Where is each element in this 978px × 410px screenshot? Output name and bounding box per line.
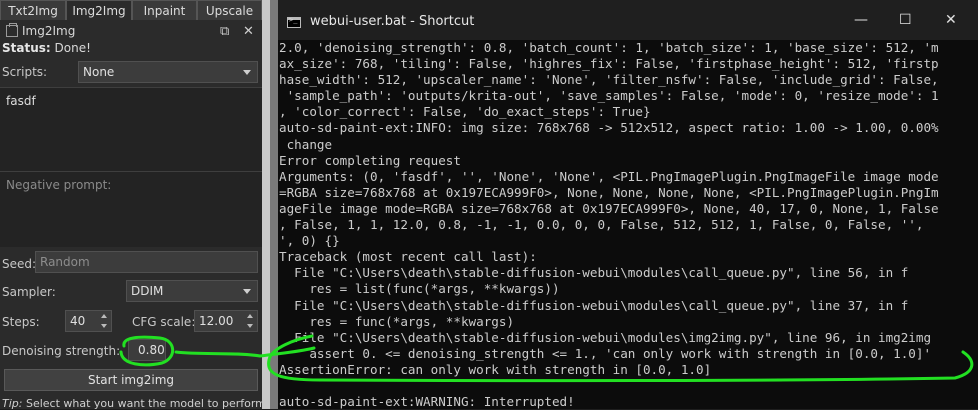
canvas-edge xyxy=(262,0,270,409)
console-line: assert 0. <= denoising_strength <= 1., '… xyxy=(279,345,932,361)
console-title: webui-user.bat - Shortcut xyxy=(310,14,475,29)
console-line: Arguments: (0, 'fasdf', '', 'None', 'Non… xyxy=(279,168,939,184)
tip-body: Select what you want the model to perfor… xyxy=(25,397,266,410)
tip-prefix: Tip: xyxy=(2,397,23,410)
tab-txt2img[interactable]: Txt2Img xyxy=(0,0,66,20)
sampler-value: DDIM xyxy=(131,284,164,298)
steps-value: 40 xyxy=(70,314,86,328)
console-titlebar[interactable]: webui-user.bat - Shortcut — ☐ ✕ xyxy=(278,0,978,40)
float-docker-icon[interactable]: ⧉ xyxy=(220,24,229,39)
minimize-icon[interactable]: — xyxy=(854,12,868,28)
console-line: hase_width': 512, 'upscaler_name': 'None… xyxy=(279,72,939,88)
scripts-value: None xyxy=(83,65,115,79)
status-label: Status: xyxy=(2,41,51,55)
canvas-edge-shadow xyxy=(270,0,278,409)
scripts-select[interactable]: None xyxy=(78,61,258,83)
mode-tabs: Txt2Img Img2Img Inpaint Upscale xyxy=(0,0,262,21)
console-line: auto-sd-paint-ext:INFO: img size: 768x76… xyxy=(279,120,939,136)
spin-arrows-icon[interactable] xyxy=(247,314,254,328)
spin-arrows-icon[interactable] xyxy=(101,314,108,328)
chevron-down-icon xyxy=(243,70,251,75)
tab-inpaint[interactable]: Inpaint xyxy=(132,0,197,20)
close-docker-icon[interactable]: ✕ xyxy=(243,24,254,39)
denoise-value: 0.80 xyxy=(138,343,165,357)
cfg-label: CFG scale: xyxy=(132,315,196,329)
steps-spinbox[interactable]: 40 xyxy=(65,310,112,332)
console-line: 'sample_path': 'outputs/krita-out', 'sav… xyxy=(279,88,939,104)
docker-icon xyxy=(6,23,18,37)
status-value: Done! xyxy=(54,41,91,55)
steps-label: Steps: xyxy=(2,315,40,329)
prompt-textarea[interactable]: fasdf xyxy=(0,87,262,171)
close-icon[interactable]: ✕ xyxy=(945,12,957,28)
console-line: ax_size': 768, 'tiling': False, 'highres… xyxy=(279,56,939,72)
docker-title: Img2Img xyxy=(22,24,76,38)
console-line: auto-sd-paint-ext:WARNING: Interrupted! xyxy=(279,394,575,409)
status-line: Status: Done! xyxy=(2,41,91,55)
negative-prompt-placeholder: Negative prompt: xyxy=(6,178,112,192)
start-img2img-button[interactable]: Start img2img xyxy=(4,369,258,391)
denoise-label: Denoising strength: xyxy=(2,344,121,358)
sampler-select[interactable]: DDIM xyxy=(126,280,258,302)
negative-prompt-textarea[interactable]: Negative prompt: xyxy=(0,171,262,247)
console-line: File "C:\Users\death\stable-diffusion-we… xyxy=(279,297,909,313)
tab-upscale[interactable]: Upscale xyxy=(197,0,262,20)
console-line: File "C:\Users\death\stable-diffusion-we… xyxy=(279,265,909,281)
prompt-text: fasdf xyxy=(6,94,36,108)
console-line: File "C:\Users\death\stable-diffusion-we… xyxy=(279,329,932,345)
console-line: res = func(*args, **kwargs) xyxy=(279,313,515,329)
console-line: , 'color_correct': False, 'do_exact_step… xyxy=(279,104,651,120)
console-window: webui-user.bat - Shortcut — ☐ ✕ 2.0, 'de… xyxy=(278,0,978,409)
console-line: Traceback (most recent call last): xyxy=(279,249,537,265)
denoise-spinbox[interactable]: 0.80 xyxy=(128,339,166,361)
cfg-value: 12.00 xyxy=(199,314,234,328)
terminal-icon xyxy=(287,16,301,28)
docker-header: Img2Img xyxy=(6,22,75,40)
console-output: 2.0, 'denoising_strength': 0.8, 'batch_c… xyxy=(278,40,978,409)
cfg-spinbox[interactable]: 12.00 xyxy=(194,310,258,332)
console-line: =RGBA size=768x768 at 0x197ECA999F0>, No… xyxy=(279,184,939,200)
console-line: change xyxy=(279,136,333,152)
console-line: Error completing request xyxy=(279,152,461,168)
seed-label: Seed: xyxy=(2,257,37,271)
chevron-down-icon xyxy=(243,289,251,294)
img2img-docker: Txt2Img Img2Img Inpaint Upscale Img2Img … xyxy=(0,0,266,410)
tab-img2img[interactable]: Img2Img xyxy=(66,0,132,20)
maximize-icon[interactable]: ☐ xyxy=(899,12,912,28)
console-line: , False, 1, 1, 12.0, 0.8, -1, -1, 0.0, 0… xyxy=(279,217,924,233)
scripts-label: Scripts: xyxy=(2,65,48,79)
console-line: ageFile image mode=RGBA size=768x768 at … xyxy=(279,200,939,216)
console-line: 2.0, 'denoising_strength': 0.8, 'batch_c… xyxy=(279,40,939,55)
console-line: ', 0) {} xyxy=(279,233,340,249)
seed-placeholder: Random xyxy=(40,255,90,269)
tip-text: Tip: Select what you want the model to p… xyxy=(2,397,266,410)
console-line: AssertionError: can only work with stren… xyxy=(279,361,712,377)
seed-input[interactable]: Random xyxy=(35,251,258,273)
sampler-label: Sampler: xyxy=(2,285,56,299)
console-line: res = list(func(*args, **kwargs)) xyxy=(279,281,560,297)
